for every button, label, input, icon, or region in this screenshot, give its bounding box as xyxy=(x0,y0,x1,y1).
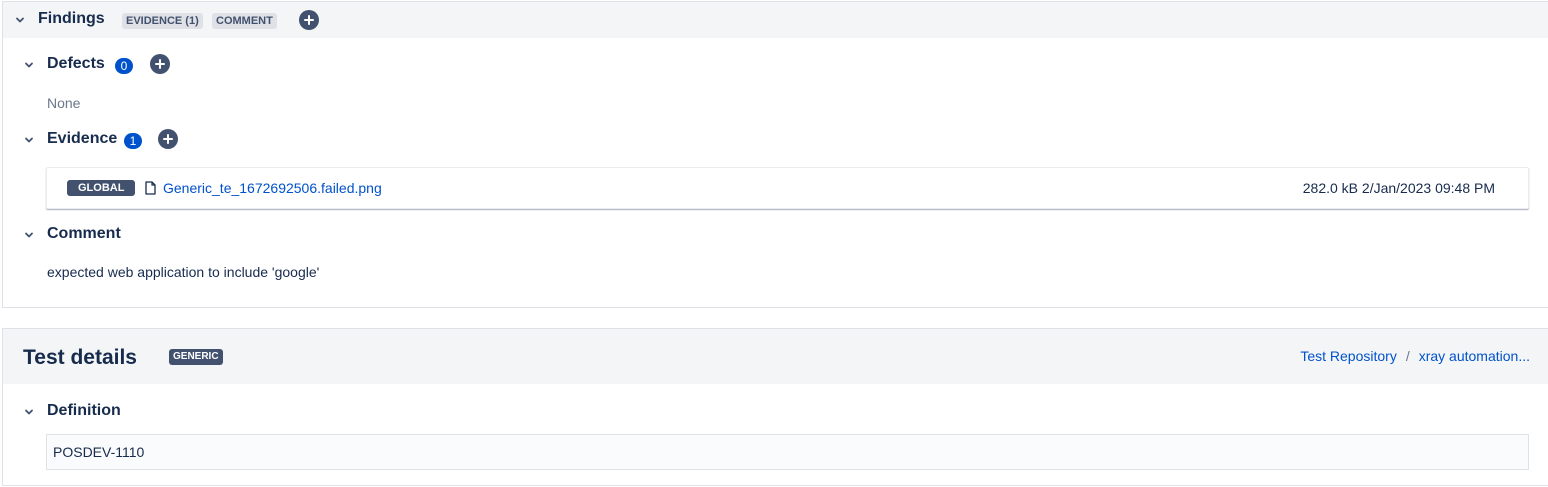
test-details-header: Test details GENERIC Test Repository / xra… xyxy=(3,329,1548,384)
definition-value: POSDEV-1110 xyxy=(46,434,1529,470)
chevron-down-icon[interactable] xyxy=(23,134,35,146)
chevron-down-icon[interactable] xyxy=(23,229,35,241)
add-defect-button[interactable] xyxy=(150,54,170,74)
definition-title: Definition xyxy=(47,402,121,419)
evidence-file-link[interactable]: Generic_te_1672692506.failed.png xyxy=(163,180,382,196)
comment-text: expected web application to include 'goo… xyxy=(47,264,320,280)
evidence-title: Evidence xyxy=(47,130,118,147)
evidence-item: GLOBAL Generic_te_1672692506.failed.png … xyxy=(46,167,1529,209)
test-details-panel: Test details GENERIC Test Repository / xra… xyxy=(2,328,1548,486)
chevron-down-icon[interactable] xyxy=(23,406,35,418)
findings-title: Findings xyxy=(38,10,105,27)
defects-count-badge: 0 xyxy=(115,58,133,74)
breadcrumb-folder-link[interactable]: xray automation... xyxy=(1419,348,1530,364)
chevron-down-icon[interactable] xyxy=(14,14,26,26)
test-details-title: Test details xyxy=(23,346,137,369)
test-type-badge: GENERIC xyxy=(169,349,223,365)
evidence-scope-badge: GLOBAL xyxy=(67,180,136,196)
breadcrumb-test-repository-link[interactable]: Test Repository xyxy=(1300,348,1396,364)
breadcrumb-separator: / xyxy=(1405,348,1410,364)
comment-badge: COMMENT xyxy=(212,13,277,29)
add-finding-button[interactable] xyxy=(299,10,319,30)
defects-title: Defects xyxy=(47,55,105,72)
evidence-count-badge: EVIDENCE (1) xyxy=(122,13,203,29)
chevron-down-icon[interactable] xyxy=(23,59,35,71)
defects-empty-text: None xyxy=(47,95,81,111)
evidence-count-badge: 1 xyxy=(124,133,142,149)
file-icon xyxy=(145,181,156,195)
findings-panel: Findings EVIDENCE (1) COMMENT Defects 0 … xyxy=(2,1,1548,308)
add-evidence-button[interactable] xyxy=(158,129,178,149)
findings-header: Findings EVIDENCE (1) COMMENT xyxy=(3,2,1548,38)
breadcrumb: Test Repository / xray automation... xyxy=(1300,348,1530,364)
evidence-file-meta: 282.0 kB 2/Jan/2023 09:48 PM xyxy=(1302,180,1495,196)
comment-title: Comment xyxy=(47,225,121,242)
